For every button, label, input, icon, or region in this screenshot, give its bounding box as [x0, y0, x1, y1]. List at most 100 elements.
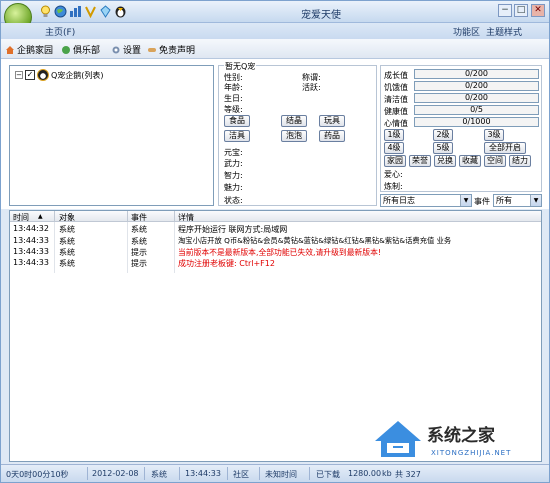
log-filter-select[interactable]: 所有日志 ▼ — [380, 194, 472, 207]
pet-tree[interactable]: − ✓ Q宠企鹅(列表) — [9, 65, 214, 206]
menu-theme[interactable]: 主题样式 — [486, 25, 522, 38]
cell-time: 13:44:32 — [13, 224, 49, 233]
col-divider[interactable] — [174, 211, 175, 222]
disclaimer-label: 免责声明 — [159, 46, 196, 56]
maximize-button[interactable]: □ — [514, 4, 528, 17]
cell-detail: 程序开始运行 联网方式:局域网 — [178, 225, 288, 234]
log-filter-value: 所有日志 — [383, 196, 415, 205]
event-filter-label: 事件 — [474, 197, 490, 206]
collapse-icon[interactable]: − — [15, 71, 23, 79]
honor-button[interactable]: 荣誉 — [409, 155, 431, 167]
bulb-icon[interactable] — [39, 5, 52, 18]
status-downloaded: 已下载 — [316, 470, 340, 479]
house-icon — [6, 45, 14, 54]
cleaning-button[interactable]: 洁具 — [224, 130, 250, 142]
gear-icon — [112, 46, 120, 53]
status-size: 1280.00 — [348, 469, 382, 478]
handshake-icon — [148, 47, 156, 52]
col-object[interactable]: 对象 — [59, 212, 75, 223]
result-button[interactable]: 结力 — [509, 155, 531, 167]
settings-button[interactable]: 设置 — [111, 43, 141, 56]
gem-icon[interactable] — [99, 5, 112, 18]
watermark-url: XITONGZHIJIA.NET — [431, 449, 512, 457]
toy-button[interactable]: 玩具 — [319, 115, 345, 127]
v-icon[interactable] — [84, 5, 97, 18]
cell-object: 系统 — [59, 259, 75, 268]
toolbar: 企鹅家园 俱乐部 设置 免责声明 — [1, 39, 549, 59]
intelligence-label: 智力: — [224, 171, 243, 180]
globe-icon[interactable] — [54, 5, 67, 18]
level-1-button[interactable]: 1级 — [384, 129, 404, 141]
col-divider[interactable] — [54, 211, 55, 222]
cell-event: 系统 — [131, 225, 147, 234]
status-area: 社区 — [233, 470, 249, 479]
open-all-button[interactable]: 全部开启 — [484, 142, 526, 154]
watermark: 系统之家 XITONGZHIJIA.NET — [369, 415, 545, 465]
level-3-button[interactable]: 3级 — [484, 129, 504, 141]
window-title: 宠爱天使 — [301, 10, 341, 21]
table-header: 时间 ▲ 对象 事件 详情 — [10, 211, 541, 222]
charm-label: 魅力: — [224, 183, 243, 192]
table-row[interactable]: 13:44:32 系统 系统 程序开始运行 联网方式:局域网 — [10, 224, 541, 234]
bubble-button[interactable]: 泡泡 — [281, 130, 307, 142]
status-label: 状态: — [224, 196, 243, 205]
status-date: 2012-02-08 — [92, 469, 139, 478]
tree-checkbox[interactable]: ✓ — [25, 70, 35, 80]
cell-event: 提示 — [131, 259, 147, 268]
crystal-button[interactable]: 结晶 — [281, 115, 307, 127]
col-divider[interactable] — [127, 211, 128, 222]
cell-event: 系统 — [131, 237, 147, 246]
col-detail[interactable]: 详情 — [178, 212, 194, 223]
menu-bar: 主页(F) 功能区 主题样式 — [1, 23, 549, 39]
chevron-down-icon[interactable]: ▼ — [530, 195, 541, 206]
minimize-button[interactable]: − — [498, 4, 512, 17]
table-row[interactable]: 13:44:33 系统 提示 成功注册老板键: Ctrl+F12 — [10, 258, 541, 268]
table-row[interactable]: 13:44:33 系统 系统 淘宝小店开放 Q币&粉钻&会员&黄钻&蓝钻&绿钻&… — [10, 236, 541, 246]
level-2-button[interactable]: 2级 — [433, 129, 453, 141]
level-5-button[interactable]: 5级 — [433, 142, 453, 154]
status-runtime: 0天0时00分10秒 — [6, 470, 69, 479]
status-time: 13:44:33 — [185, 469, 221, 478]
bars-icon[interactable] — [69, 5, 82, 18]
menu-community[interactable]: 功能区 — [453, 25, 480, 38]
status-source: 系统 — [151, 470, 167, 479]
col-event[interactable]: 事件 — [131, 212, 147, 223]
space-button[interactable]: 空间 — [484, 155, 506, 167]
close-button[interactable]: ✕ — [531, 4, 545, 17]
menu-home[interactable]: 主页(F) — [45, 25, 75, 38]
cell-time: 13:44:33 — [13, 247, 49, 256]
cell-time: 13:44:33 — [13, 258, 49, 267]
event-filter-select[interactable]: 所有 ▼ — [493, 194, 542, 207]
cell-detail: 成功注册老板键: Ctrl+F12 — [178, 259, 275, 268]
stat-bar-growth: 0/200 — [414, 69, 539, 79]
tree-root[interactable]: − ✓ Q宠企鹅(列表) — [15, 69, 104, 81]
stat-label-health: 健康值 — [384, 107, 408, 116]
status-divider — [309, 467, 310, 480]
status-divider — [179, 467, 180, 480]
col-time[interactable]: 时间 — [13, 212, 29, 223]
exchange-button[interactable]: 兑换 — [434, 155, 456, 167]
cell-object: 系统 — [59, 248, 75, 257]
table-row[interactable]: 13:44:33 系统 提示 当前版本不是最新版本,全部功能已失效,请升级到最新… — [10, 247, 541, 257]
penguin-home-button[interactable]: 企鹅家园 — [5, 43, 53, 56]
penguin-icon[interactable] — [114, 5, 127, 18]
home-button[interactable]: 家园 — [384, 155, 406, 167]
food-button[interactable]: 食品 — [224, 115, 250, 127]
stat-label-clean: 清洁值 — [384, 95, 408, 104]
collect-button[interactable]: 收藏 — [459, 155, 481, 167]
chevron-down-icon[interactable]: ▼ — [460, 195, 471, 206]
status-divider — [259, 467, 260, 480]
title-bar: 宠爱天使 − □ ✕ — [1, 1, 549, 31]
level-4-button[interactable]: 4级 — [384, 142, 404, 154]
club-button[interactable]: 俱乐部 — [61, 43, 100, 56]
penguin-icon — [37, 69, 49, 81]
stat-bar-health: 0/5 — [414, 105, 539, 115]
penguin-home-label: 企鹅家园 — [17, 46, 54, 56]
status-divider — [144, 467, 145, 480]
status-divider — [87, 467, 88, 480]
cell-object: 系统 — [59, 225, 75, 234]
activity-label: 活跃: — [302, 83, 321, 92]
medicine-button[interactable]: 药品 — [319, 130, 345, 142]
disclaimer-button[interactable]: 免责声明 — [147, 43, 195, 56]
status-total: 共 327 — [395, 470, 421, 479]
